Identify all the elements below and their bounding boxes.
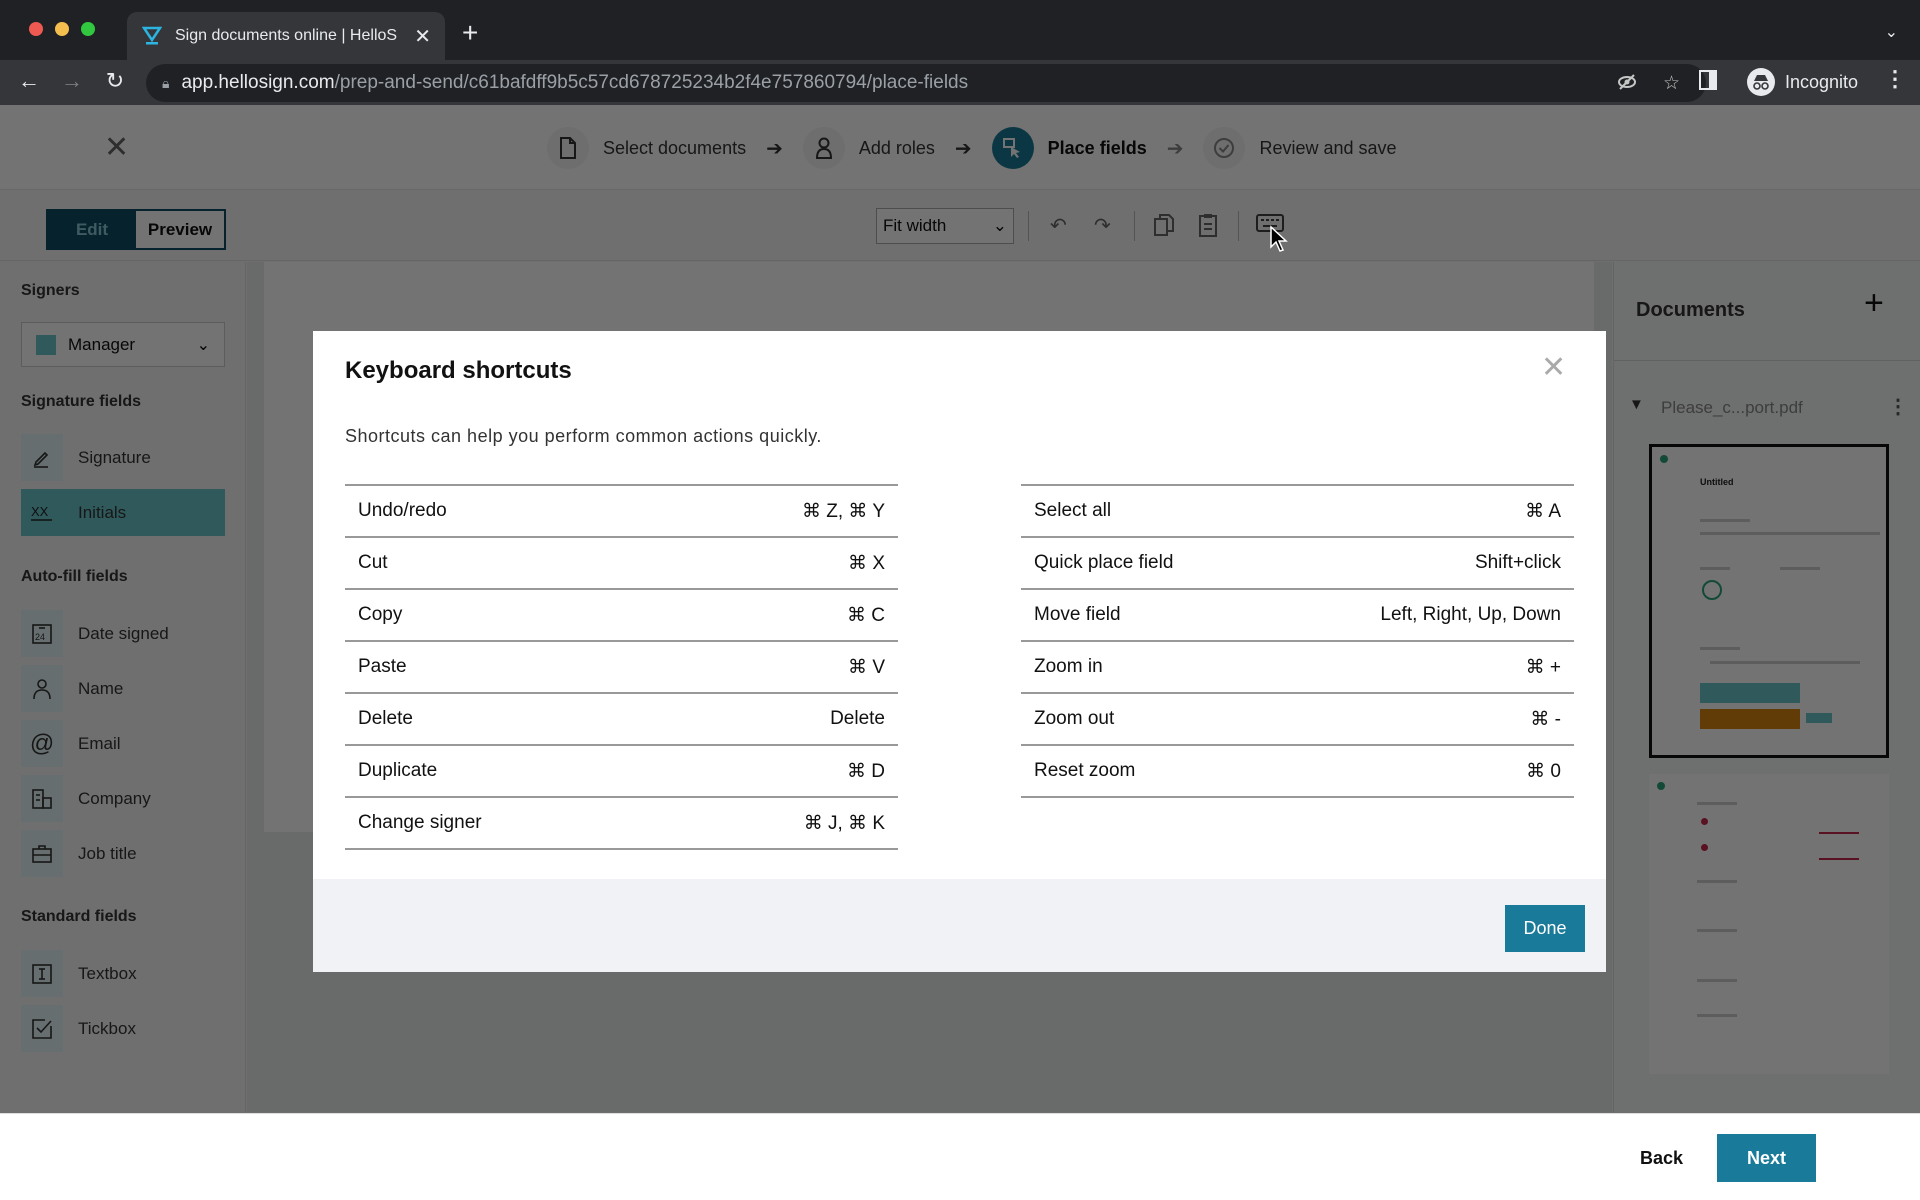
browser-tab-strip: Sign documents online | HelloS ✕ + ⌄ — [0, 0, 1920, 60]
shortcut-row: Zoom out ⌘ - — [1021, 694, 1574, 746]
browser-tab-active[interactable]: Sign documents online | HelloS ✕ — [127, 12, 445, 60]
shortcuts-table-right: Select all ⌘ A Quick place field Shift+clic… — [1021, 484, 1574, 798]
shortcut-row: Paste ⌘ V — [345, 642, 898, 694]
url-path: /prep-and-send/c61bafdff9b5c57cd67872523… — [334, 72, 969, 93]
shortcut-action: Select all — [1034, 500, 1112, 521]
bookmark-star-icon[interactable]: ☆ — [1663, 72, 1680, 98]
footer-bar: Back Next — [0, 1113, 1920, 1200]
shortcut-action: Change signer — [358, 812, 482, 833]
shortcut-row: Move field Left, Right, Up, Down — [1021, 590, 1574, 642]
tab-close-icon[interactable]: ✕ — [414, 24, 431, 49]
shortcut-keys: ⌘ 0 — [1526, 760, 1561, 782]
shortcut-keys: ⌘ D — [847, 760, 885, 782]
shortcut-keys: ⌘ A — [1525, 500, 1561, 522]
modal-title: Keyboard shortcuts — [345, 357, 572, 384]
shortcut-action: Duplicate — [358, 760, 438, 781]
shortcut-row: Delete Delete — [345, 694, 898, 746]
shortcut-keys: ⌘ - — [1530, 708, 1561, 730]
shortcut-action: Quick place field — [1034, 552, 1174, 573]
shortcut-row: Change signer ⌘ J, ⌘ K — [345, 798, 898, 850]
shortcut-row: Copy ⌘ C — [345, 590, 898, 642]
shortcut-action: Copy — [358, 604, 403, 625]
shortcut-action: Zoom in — [1034, 656, 1103, 677]
shortcut-row: Reset zoom ⌘ 0 — [1021, 746, 1574, 798]
shortcut-row: Quick place field Shift+click — [1021, 538, 1574, 590]
shortcut-action: Reset zoom — [1034, 760, 1136, 781]
tab-title: Sign documents online | HelloS — [175, 27, 398, 44]
browser-menu-icon[interactable]: ⋮ — [1884, 66, 1906, 92]
shortcut-keys: Shift+click — [1474, 552, 1561, 573]
shortcut-row: Select all ⌘ A — [1021, 486, 1574, 538]
tab-search-chevron-icon[interactable]: ⌄ — [1885, 22, 1898, 42]
url-host: app.hellosign.com — [181, 72, 335, 93]
shortcut-row: Zoom in ⌘ + — [1021, 642, 1574, 694]
window-maximize-button[interactable] — [81, 22, 95, 36]
shortcut-row: Duplicate ⌘ D — [345, 746, 898, 798]
shortcut-keys: ⌘ J, ⌘ K — [803, 812, 885, 834]
modal-close-icon[interactable]: ✕ — [1541, 353, 1566, 383]
shortcut-action: Move field — [1034, 604, 1121, 625]
incognito-label: Incognito — [1785, 71, 1859, 92]
shortcut-action: Undo/redo — [358, 500, 447, 521]
side-panel-icon[interactable] — [1699, 70, 1717, 90]
shortcut-keys: Delete — [830, 708, 885, 729]
shortcuts-table-left: Undo/redo ⌘ Z, ⌘ Y Cut ⌘ X Copy ⌘ C Paste ⌘ V De… — [345, 484, 898, 850]
shortcut-action: Zoom out — [1034, 708, 1115, 729]
shortcut-row: Undo/redo ⌘ Z, ⌘ Y — [345, 486, 898, 538]
shortcut-keys: Left, Right, Up, Down — [1380, 604, 1561, 625]
shortcut-keys: ⌘ C — [847, 604, 885, 626]
shortcut-keys: ⌘ + — [1525, 656, 1561, 678]
keyboard-shortcuts-modal: Keyboard shortcuts ✕ Shortcuts can help … — [313, 331, 1606, 972]
address-bar[interactable]: 🔒︎ app.hellosign.com /prep-and-send/c61b… — [146, 64, 1706, 102]
shortcut-action: Delete — [358, 708, 413, 729]
modal-footer: Done — [313, 879, 1606, 972]
shortcut-keys: ⌘ Z, ⌘ Y — [801, 500, 885, 522]
reload-icon[interactable]: ↻ — [101, 68, 129, 94]
mouse-cursor-icon — [1270, 225, 1288, 252]
lock-icon: 🔒︎ — [162, 74, 170, 91]
done-button[interactable]: Done — [1505, 905, 1585, 952]
forward-arrow-icon[interactable]: → — [58, 68, 86, 94]
back-arrow-icon[interactable]: ← — [15, 68, 43, 94]
hellosign-favicon-icon — [141, 25, 163, 47]
window-minimize-button[interactable] — [55, 22, 69, 36]
window-close-button[interactable] — [29, 22, 43, 36]
modal-description: Shortcuts can help you perform common ac… — [345, 426, 822, 446]
incognito-icon — [1747, 68, 1775, 96]
shortcut-row: Cut ⌘ X — [345, 538, 898, 590]
new-tab-icon[interactable]: + — [462, 17, 478, 49]
shortcut-keys: ⌘ V — [848, 656, 885, 678]
eye-off-icon[interactable] — [1617, 72, 1637, 98]
browser-toolbar: ← → ↻ 🔒︎ app.hellosign.com /prep-and-sen… — [0, 60, 1920, 105]
back-button[interactable]: Back — [1622, 1140, 1701, 1177]
incognito-profile-button[interactable]: Incognito — [1735, 64, 1871, 100]
shortcut-action: Cut — [358, 552, 388, 573]
shortcut-keys: ⌘ X — [848, 552, 885, 574]
next-button[interactable]: Next — [1717, 1134, 1816, 1182]
shortcut-action: Paste — [358, 656, 407, 677]
